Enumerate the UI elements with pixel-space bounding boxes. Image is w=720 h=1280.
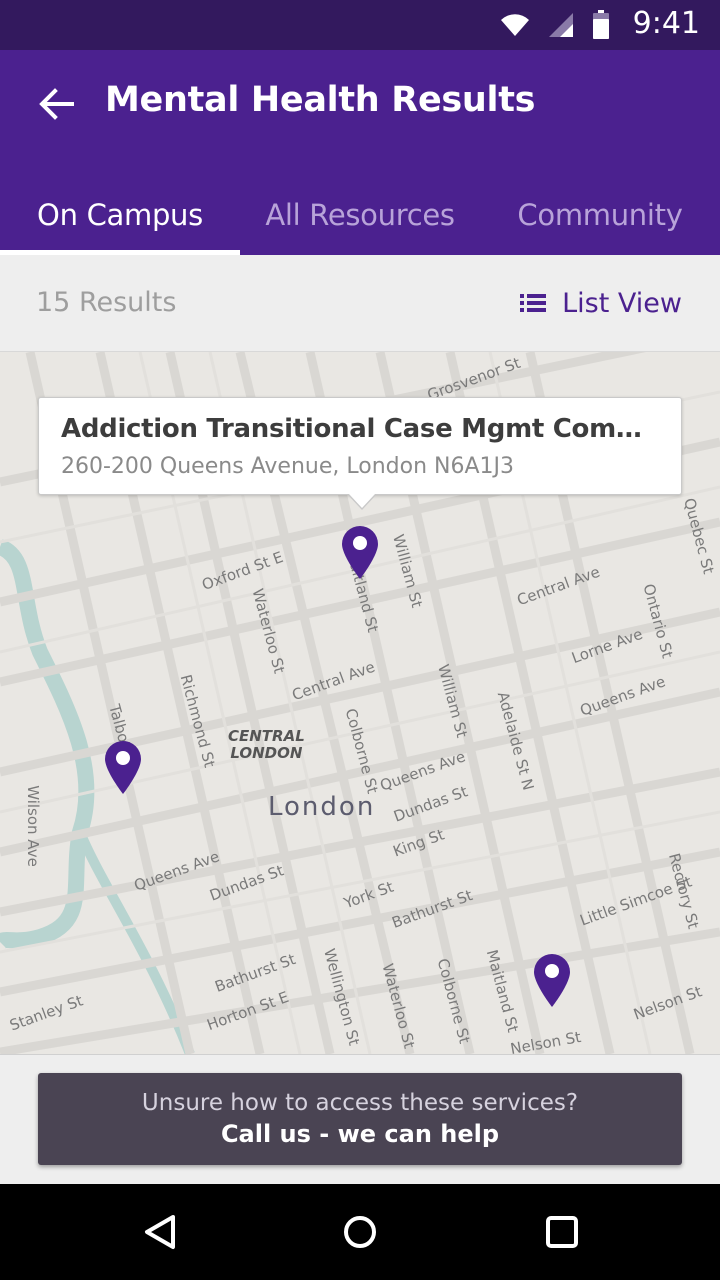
- map-pin-3[interactable]: [532, 952, 572, 1008]
- district-label-line1: CENTRAL: [228, 727, 305, 745]
- street-label: Wilson Ave: [23, 785, 42, 867]
- tab-on-campus[interactable]: On Campus: [0, 175, 240, 255]
- status-icons: [500, 10, 610, 40]
- navigation-bar: [0, 1184, 720, 1280]
- callout-address: 260-200 Queens Avenue, London N6A1J3: [61, 454, 514, 479]
- district-label-line2: LONDON: [230, 744, 303, 762]
- map-pin-2[interactable]: [103, 739, 143, 795]
- signal-icon: [549, 13, 573, 37]
- arrow-left-icon: [39, 88, 74, 120]
- list-view-label: List View: [562, 287, 682, 319]
- city-label: London: [268, 792, 376, 822]
- results-count: 15 Results: [36, 287, 177, 318]
- status-time: 9:41: [632, 6, 700, 41]
- app-bar: Mental Health Results On Campus All Reso…: [0, 50, 720, 255]
- callout-title: Addiction Transitional Case Mgmt Communi…: [61, 414, 666, 444]
- tab-all-resources[interactable]: All Resources: [240, 175, 480, 255]
- callout-tail: [349, 494, 375, 508]
- help-area: Unsure how to access these services? Cal…: [0, 1054, 720, 1184]
- back-button[interactable]: [32, 80, 80, 128]
- tab-bar: On Campus All Resources Community: [0, 175, 720, 255]
- nav-back-button[interactable]: [130, 1204, 190, 1260]
- map-info-window[interactable]: Addiction Transitional Case Mgmt Communi…: [38, 397, 682, 510]
- district-label: CENTRAL LONDON: [228, 728, 305, 762]
- nav-recents-button[interactable]: [532, 1204, 592, 1260]
- list-icon: [520, 294, 547, 312]
- back-triangle-icon: [145, 1215, 175, 1249]
- recents-square-icon: [546, 1216, 578, 1248]
- page-title: Mental Health Results: [105, 80, 536, 120]
- call-us-button[interactable]: Unsure how to access these services? Cal…: [38, 1073, 682, 1165]
- list-view-button[interactable]: List View: [520, 283, 682, 323]
- map-view[interactable]: Oxford St E Waterloo St Maitland St Will…: [0, 352, 720, 1054]
- results-header: 15 Results List View: [0, 255, 720, 352]
- status-bar: 9:41: [0, 0, 720, 50]
- help-call-label: Call us - we can help: [220, 1120, 500, 1148]
- map-pin-selected[interactable]: [340, 524, 380, 580]
- tab-community[interactable]: Community: [480, 175, 720, 255]
- battery-icon: [593, 10, 609, 39]
- help-prompt: Unsure how to access these services?: [141, 1090, 579, 1116]
- wifi-icon: [501, 14, 529, 37]
- nav-home-button[interactable]: [330, 1204, 390, 1260]
- home-circle-icon: [344, 1216, 376, 1248]
